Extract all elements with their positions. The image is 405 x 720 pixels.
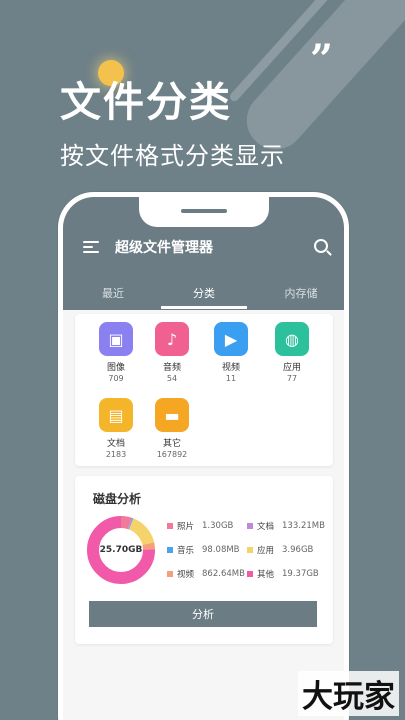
watermark-logo: 大玩家 — [298, 671, 399, 716]
legend-item: 其他 19.37GB — [247, 568, 319, 580]
legend-item: 照片 1.30GB — [167, 520, 233, 532]
legend-swatch — [167, 571, 173, 577]
tab-category[interactable]: 分类 — [174, 285, 234, 301]
legend-item: 文档 133.21MB — [247, 520, 325, 532]
category-count: 2183 — [105, 450, 127, 459]
legend-value: 1.30GB — [202, 521, 234, 531]
tab-storage[interactable]: 内存储 — [271, 285, 331, 301]
disk-analysis-card: 磁盘分析 25.70GB 照片 1.30GB 文档 133.21MB 音乐 98.08MB… — [75, 476, 333, 644]
video-icon: ▶ — [214, 322, 248, 356]
legend-value: 19.37GB — [282, 569, 319, 579]
legend-swatch — [247, 523, 253, 529]
folder-icon: ▬ — [155, 398, 189, 432]
category-label: 图像 — [106, 363, 125, 373]
legend-label: 照片 — [177, 522, 195, 532]
phone-mockup: 超级文件管理器 最近 分类 内存储 ▣ 图像 709 ♪ 音频 54 ▶ 视频 11 ◍ 应用 77 ▤… — [58, 192, 349, 720]
app-header: 超级文件管理器 最近 分类 内存储 — [63, 197, 344, 310]
legend-label: 音乐 — [177, 546, 195, 556]
document-icon: ▤ — [99, 398, 133, 432]
legend-swatch — [247, 571, 253, 577]
legend-swatch — [167, 547, 173, 553]
tab-active-indicator — [161, 306, 247, 309]
notch-speaker — [181, 209, 227, 213]
legend-label: 文档 — [257, 522, 275, 532]
category-count: 54 — [166, 374, 178, 383]
search-icon[interactable] — [314, 239, 328, 253]
category-count: 709 — [108, 374, 124, 383]
category-label: 文档 — [106, 439, 125, 449]
quote-mark: ” — [309, 36, 333, 83]
legend-item: 视频 862.64MB — [167, 568, 245, 580]
app-title: 超级文件管理器 — [115, 240, 213, 256]
music-icon: ♪ — [155, 322, 189, 356]
phone-notch — [139, 197, 269, 227]
category-count: 11 — [225, 374, 237, 383]
legend-value: 862.64MB — [202, 569, 245, 579]
category-document[interactable]: ▤ 文档 2183 — [91, 398, 141, 459]
disk-analysis-title: 磁盘分析 — [93, 492, 142, 506]
legend-value: 133.21MB — [282, 521, 325, 531]
legend-item: 应用 3.96GB — [247, 544, 313, 556]
legend-label: 应用 — [257, 546, 275, 556]
category-image[interactable]: ▣ 图像 709 — [91, 322, 141, 383]
category-count: 167892 — [156, 450, 188, 459]
legend-item: 音乐 98.08MB — [167, 544, 240, 556]
legend-label: 视频 — [177, 570, 195, 580]
category-label: 其它 — [162, 439, 181, 449]
promo-subheadline: 按文件格式分类显示 — [60, 142, 285, 170]
category-card: ▣ 图像 709 ♪ 音频 54 ▶ 视频 11 ◍ 应用 77 ▤ 文档 2183 ▬ 其它 167892 — [75, 314, 333, 466]
category-android[interactable]: ◍ 应用 77 — [267, 322, 317, 383]
legend-swatch — [167, 523, 173, 529]
legend-value: 3.96GB — [282, 545, 314, 555]
legend-value: 98.08MB — [202, 545, 240, 555]
android-icon: ◍ — [275, 322, 309, 356]
category-label: 应用 — [282, 363, 301, 373]
category-count: 77 — [286, 374, 298, 383]
image-icon: ▣ — [99, 322, 133, 356]
category-folder[interactable]: ▬ 其它 167892 — [147, 398, 197, 459]
menu-icon[interactable] — [83, 241, 99, 253]
category-label: 视频 — [221, 363, 240, 373]
analyze-button[interactable]: 分析 — [89, 601, 317, 627]
category-video[interactable]: ▶ 视频 11 — [206, 322, 256, 383]
tab-recent[interactable]: 最近 — [83, 285, 143, 301]
legend-swatch — [247, 547, 253, 553]
legend-label: 其他 — [257, 570, 275, 580]
category-label: 音频 — [162, 363, 181, 373]
disk-total-label: 25.70GB — [99, 545, 143, 555]
promo-headline: 文件分类 — [60, 78, 232, 126]
category-music[interactable]: ♪ 音频 54 — [147, 322, 197, 383]
